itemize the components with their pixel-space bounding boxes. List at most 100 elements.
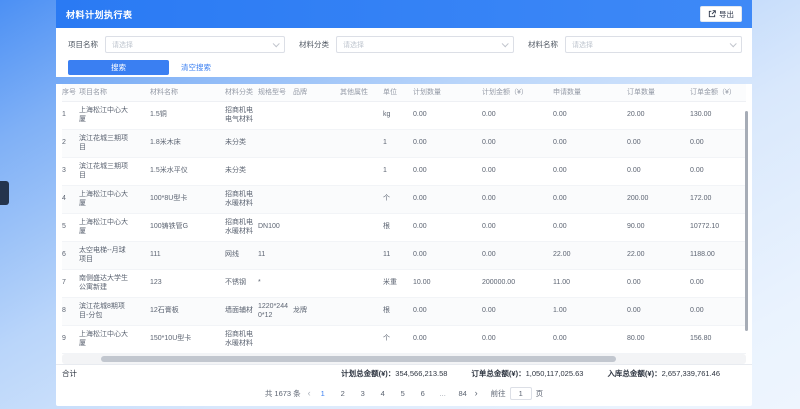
table-cell: 123 bbox=[150, 269, 225, 297]
table-cell: 0.00 bbox=[482, 325, 553, 353]
table-row[interactable]: 7南侧盛达大学生公寓新建123不锈钢*米重10.00200000.0011.00… bbox=[62, 269, 746, 297]
filter-row: 项目名称请选择材料分类请选择材料名称请选择 bbox=[68, 36, 740, 53]
summary-item: 入库总金额(¥)：2,657,339,761.46 bbox=[607, 368, 720, 379]
goto-page-input[interactable] bbox=[510, 387, 532, 400]
table-cell bbox=[340, 325, 383, 353]
column-header: 申请数量 bbox=[553, 84, 627, 101]
page-title: 材料计划执行表 bbox=[66, 8, 133, 21]
summary-items: 计划总金额(¥)：354,566,213.58订单总金额(¥)：1,050,11… bbox=[341, 368, 746, 379]
summary-item-label: 订单总金额(¥)： bbox=[471, 369, 525, 378]
summary-item-label: 计划总金额(¥)： bbox=[341, 369, 395, 378]
app-container: 材料计划执行表 导出 项目名称请选择材料分类请选择材料名称请选择 搜索 清空搜索… bbox=[56, 0, 752, 406]
table-cell bbox=[293, 129, 340, 157]
table-cell: 0.00 bbox=[690, 157, 746, 185]
filter-select[interactable]: 请选择 bbox=[105, 36, 285, 53]
table-cell bbox=[340, 157, 383, 185]
filter-label: 材料名称 bbox=[528, 39, 558, 50]
horizontal-scrollbar-thumb[interactable] bbox=[101, 356, 616, 362]
table-cell: 172.00 bbox=[690, 185, 746, 213]
table-cell: 0.00 bbox=[553, 325, 627, 353]
summary-item-value: 354,566,213.58 bbox=[395, 369, 447, 378]
table-row[interactable]: 8滨江花城8期项目-分包12石膏板墙面辅材1220*2440*12龙牌根0.00… bbox=[62, 297, 746, 325]
select-placeholder: 请选择 bbox=[572, 40, 593, 50]
goto-page: 前往 页 bbox=[491, 387, 544, 400]
vertical-scrollbar-thumb[interactable] bbox=[745, 111, 748, 331]
table-cell: 0.00 bbox=[553, 157, 627, 185]
clear-search-link[interactable]: 清空搜索 bbox=[181, 62, 211, 73]
export-button[interactable]: 导出 bbox=[700, 6, 742, 22]
next-page-arrow[interactable]: › bbox=[475, 389, 478, 398]
goto-label: 前往 bbox=[491, 388, 506, 399]
table-cell: 未分类 bbox=[225, 129, 258, 157]
table-row[interactable]: 5上海松江中心大厦100铸铁管G招商机电 水暖材料DN100根0.000.000… bbox=[62, 213, 746, 241]
table-header-row: 序号项目名称材料名称材料分类规格型号品牌其他属性单位计划数量计划金额（¥）申请数… bbox=[62, 84, 746, 101]
table-cell: 0.00 bbox=[482, 297, 553, 325]
table-cell: 200000.00 bbox=[482, 269, 553, 297]
table-cell: 1.5米水平仪 bbox=[150, 157, 225, 185]
materials-table: 序号项目名称材料名称材料分类规格型号品牌其他属性单位计划数量计划金额（¥）申请数… bbox=[62, 84, 746, 354]
table-row[interactable]: 6太空电梯--月球项目111网线11110.000.0022.0022.0011… bbox=[62, 241, 746, 269]
table-cell: 22.00 bbox=[553, 241, 627, 269]
table-cell: 招商机电 水暖材料 bbox=[225, 213, 258, 241]
table-cell: 111 bbox=[150, 241, 225, 269]
table-cell: 0.00 bbox=[413, 297, 482, 325]
summary-total-label: 合计 bbox=[62, 368, 77, 379]
pagination: 共 1673 条 ‹ 123456...84 › 前往 页 bbox=[56, 382, 752, 406]
table-row[interactable]: 1上海松江中心大厦1.5铜招商机电 电气材料kg0.000.000.0020.0… bbox=[62, 101, 746, 129]
export-label: 导出 bbox=[719, 9, 734, 20]
column-header: 序号 bbox=[62, 84, 79, 101]
table-cell: 80.00 bbox=[627, 325, 690, 353]
table-row[interactable]: 9上海松江中心大厦150*10U型卡招商机电 水暖材料个0.000.000.00… bbox=[62, 325, 746, 353]
table-row[interactable]: 3滨江花城三期项目1.5米水平仪未分类10.000.000.000.000.00 bbox=[62, 157, 746, 185]
table-cell bbox=[293, 185, 340, 213]
table-cell: 0.00 bbox=[482, 101, 553, 129]
summary-item-label: 入库总金额(¥)： bbox=[607, 369, 661, 378]
table-cell: 0.00 bbox=[690, 129, 746, 157]
table-cell bbox=[340, 297, 383, 325]
page-button-3[interactable]: 3 bbox=[358, 389, 368, 398]
table-cell: 7 bbox=[62, 269, 79, 297]
filter-select[interactable]: 请选择 bbox=[565, 36, 742, 53]
table-cell: 11 bbox=[383, 241, 413, 269]
table-cell: 0.00 bbox=[690, 269, 746, 297]
table-cell: 0.00 bbox=[553, 129, 627, 157]
sidebar-collapsed-toggle[interactable] bbox=[0, 181, 9, 205]
page-button-84[interactable]: 84 bbox=[458, 389, 468, 398]
table-cell: 1188.00 bbox=[690, 241, 746, 269]
table-cell bbox=[258, 157, 293, 185]
filter-actions: 搜索 清空搜索 bbox=[68, 60, 740, 75]
table-cell: 0.00 bbox=[413, 185, 482, 213]
page-list: 1 2 3 4 5 6... 84 bbox=[318, 389, 468, 398]
table-cell: 10.00 bbox=[413, 269, 482, 297]
table-cell: 0.00 bbox=[482, 185, 553, 213]
horizontal-scrollbar-track[interactable] bbox=[62, 354, 746, 364]
table-cell bbox=[293, 269, 340, 297]
table-cell: 11 bbox=[258, 241, 293, 269]
table-row[interactable]: 2滨江花城三期项目1.8米木床未分类10.000.000.000.000.00 bbox=[62, 129, 746, 157]
table-row[interactable]: 4上海松江中心大厦100*8U型卡招商机电 水暖材料个0.000.000.002… bbox=[62, 185, 746, 213]
page-button-5[interactable]: 5 bbox=[398, 389, 408, 398]
table-cell: 20.00 bbox=[627, 101, 690, 129]
table-cell bbox=[258, 325, 293, 353]
table-cell: 0.00 bbox=[413, 101, 482, 129]
page-ellipsis[interactable]: ... bbox=[438, 389, 448, 398]
page-button-1[interactable]: 1 bbox=[318, 389, 328, 398]
search-button[interactable]: 搜索 bbox=[68, 60, 169, 75]
summary-item-value: 2,657,339,761.46 bbox=[662, 369, 720, 378]
table-panel: 序号项目名称材料名称材料分类规格型号品牌其他属性单位计划数量计划金额（¥）申请数… bbox=[56, 84, 752, 406]
page-button-6[interactable]: 6 bbox=[418, 389, 428, 398]
table-cell: 墙面辅材 bbox=[225, 297, 258, 325]
table-cell: 130.00 bbox=[690, 101, 746, 129]
table-cell: 招商机电 电气材料 bbox=[225, 101, 258, 129]
table-cell: 根 bbox=[383, 213, 413, 241]
column-header: 材料名称 bbox=[150, 84, 225, 101]
table-cell: 0.00 bbox=[413, 213, 482, 241]
page-button-2[interactable]: 2 bbox=[338, 389, 348, 398]
column-header: 计划金额（¥） bbox=[482, 84, 553, 101]
table-cell: 100*8U型卡 bbox=[150, 185, 225, 213]
table-cell: 根 bbox=[383, 297, 413, 325]
filter-select[interactable]: 请选择 bbox=[336, 36, 514, 53]
prev-page-arrow[interactable]: ‹ bbox=[308, 389, 311, 398]
table-cell: 1 bbox=[383, 157, 413, 185]
page-button-4[interactable]: 4 bbox=[378, 389, 388, 398]
